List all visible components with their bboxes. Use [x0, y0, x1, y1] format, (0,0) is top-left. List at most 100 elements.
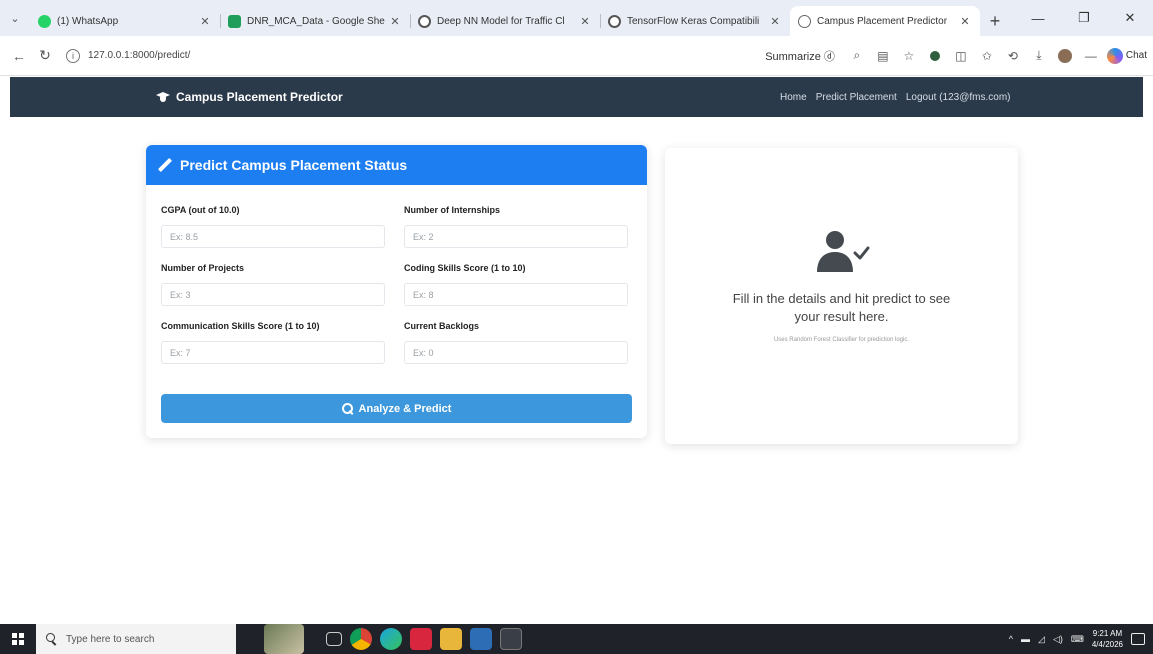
backlogs-input[interactable]: [404, 341, 628, 364]
app-navbar: Campus Placement Predictor Home Predict …: [10, 77, 1143, 117]
url-text: 127.0.0.1:8000/predict/: [88, 50, 191, 61]
downloads-icon[interactable]: ⤓: [1029, 46, 1049, 66]
result-line-1: Fill in the details and hit predict to s…: [732, 291, 951, 306]
internships-input[interactable]: [404, 225, 628, 248]
clock-date: 4/4/2026: [1091, 640, 1123, 649]
system-tray: ^ ▬ ◿ ◁) ⌨ 9:21 AM 4/4/2026: [1009, 628, 1153, 650]
tab-title: TensorFlow Keras Compatibili: [627, 15, 760, 27]
battery-icon[interactable]: ▬: [1021, 634, 1030, 644]
new-tab-button[interactable]: +: [980, 6, 1010, 36]
more-icon[interactable]: —: [1081, 46, 1101, 66]
copilot-icon: [1106, 47, 1123, 64]
tab-title: DNR_MCA_Data - Google She: [247, 15, 385, 27]
close-icon[interactable]: ✕: [388, 15, 402, 28]
arrow-left-icon: ←: [12, 47, 26, 64]
analyze-predict-label: Analyze & Predict: [358, 402, 452, 415]
form-title: Predict Campus Placement Status: [180, 157, 408, 173]
brand-title: Campus Placement Predictor: [176, 90, 343, 104]
taskbar-search-box[interactable]: Type here to search: [36, 624, 236, 654]
restore-button[interactable]: ❐: [1061, 0, 1107, 36]
tab-title: Deep NN Model for Traffic Cl: [437, 15, 565, 27]
close-icon[interactable]: ✕: [768, 15, 782, 28]
result-card: Fill in the details and hit predict to s…: [665, 148, 1018, 444]
avatar[interactable]: [1055, 46, 1075, 66]
clock[interactable]: 9:21 AM 4/4/2026: [1092, 628, 1123, 650]
browser-toolbar: ← ↻ i 127.0.0.1:8000/predict/ Summarize …: [0, 36, 1153, 76]
task-view-icon[interactable]: [326, 632, 342, 646]
split-screen-icon[interactable]: ◫: [951, 46, 971, 66]
result-line-2: your result here.: [794, 309, 889, 324]
summarize-button[interactable]: Summarize ⓓ: [765, 48, 835, 64]
anaconda-icon[interactable]: [470, 628, 492, 650]
coding-label: Coding Skills Score (1 to 10): [404, 263, 526, 273]
search-page-icon[interactable]: ⌕: [847, 46, 867, 66]
projects-label: Number of Projects: [161, 263, 245, 273]
back-button[interactable]: ←: [6, 43, 32, 69]
search-icon: [341, 403, 353, 414]
notification-icon[interactable]: [1131, 633, 1145, 645]
extension-icon[interactable]: [925, 46, 945, 66]
internships-label: Number of Internships: [404, 205, 501, 215]
summarize-label: Summarize: [765, 50, 821, 63]
projects-input[interactable]: [161, 283, 385, 306]
chevron-down-icon: ⌄: [10, 12, 20, 25]
favorites-icon[interactable]: ✩: [977, 46, 997, 66]
windows-taskbar: Type here to search ^ ▬ ◿ ◁) ⌨ 9:21 AM 4…: [0, 624, 1153, 654]
close-icon[interactable]: ✕: [958, 15, 972, 28]
keyboard-icon[interactable]: ⌨: [1071, 634, 1084, 645]
copilot-chat-button[interactable]: Chat: [1106, 47, 1147, 64]
window-controls: — ❐ ✕: [1015, 0, 1153, 36]
user-check-icon: [817, 231, 870, 272]
close-icon[interactable]: ✕: [578, 15, 592, 28]
wps-office-icon[interactable]: [410, 628, 432, 650]
sheets-favicon-icon: [228, 14, 241, 28]
globe-icon: [798, 14, 811, 28]
reload-button[interactable]: ↻: [32, 43, 58, 69]
nav-links: Home Predict Placement Logout (123@fms.c…: [780, 92, 1010, 103]
gear-favicon-icon: [418, 14, 431, 28]
address-bar[interactable]: i 127.0.0.1:8000/predict/: [58, 42, 528, 70]
tab-tensorflow[interactable]: TensorFlow Keras Compatibili ✕: [600, 6, 790, 36]
tab-title: Campus Placement Predictor: [817, 15, 948, 27]
history-icon[interactable]: ⟲: [1003, 46, 1023, 66]
tab-title: (1) WhatsApp: [57, 15, 119, 27]
model-note: Uses Random Forest Classifier for predic…: [773, 337, 910, 343]
analyze-predict-button[interactable]: Analyze & Predict: [161, 394, 632, 423]
windows-logo-icon: [12, 633, 24, 645]
search-highlight-image[interactable]: [264, 624, 304, 654]
chrome-icon[interactable]: [350, 628, 372, 650]
chevron-up-icon[interactable]: ^: [1009, 634, 1013, 644]
reader-icon[interactable]: ▤: [873, 46, 893, 66]
pencil-icon: [158, 158, 172, 172]
close-icon[interactable]: ✕: [198, 15, 212, 28]
form-card-header: Predict Campus Placement Status: [146, 145, 647, 185]
favorite-star-icon[interactable]: ☆: [899, 46, 919, 66]
tab-google-sheets[interactable]: DNR_MCA_Data - Google She ✕: [220, 6, 410, 36]
form-body: CGPA (out of 10.0) Number of Internships…: [146, 185, 647, 438]
file-explorer-icon[interactable]: [440, 628, 462, 650]
nav-predict-link[interactable]: Predict Placement: [816, 92, 897, 103]
tab-whatsapp[interactable]: (1) WhatsApp ✕: [30, 6, 220, 36]
nav-logout-link[interactable]: Logout (123@fms.com): [906, 92, 1011, 103]
edge-icon[interactable]: [380, 628, 402, 650]
communication-input[interactable]: [161, 341, 385, 364]
nav-home-link[interactable]: Home: [780, 92, 807, 103]
tab-deep-nn[interactable]: Deep NN Model for Traffic Cl ✕: [410, 6, 600, 36]
reload-icon: ↻: [39, 47, 51, 63]
coding-input[interactable]: [404, 283, 628, 306]
search-icon: [46, 633, 58, 645]
taskbar-search-placeholder: Type here to search: [66, 633, 155, 645]
cgpa-input[interactable]: [161, 225, 385, 248]
result-placeholder-message: Fill in the details and hit predict to s…: [665, 290, 1018, 326]
toolbar-actions: Summarize ⓓ ⌕ ▤ ☆ ◫ ✩ ⟲ ⤓ — Chat: [765, 46, 1147, 66]
info-icon[interactable]: i: [66, 48, 80, 63]
start-button[interactable]: [0, 624, 36, 654]
volume-icon[interactable]: ◁): [1053, 634, 1063, 645]
tab-search-button[interactable]: ⌄: [0, 0, 30, 36]
network-icon[interactable]: ◿: [1038, 634, 1045, 645]
close-window-button[interactable]: ✕: [1107, 0, 1153, 36]
brand[interactable]: Campus Placement Predictor: [156, 90, 343, 104]
minimize-button[interactable]: —: [1015, 0, 1061, 36]
terminal-icon[interactable]: [500, 628, 522, 650]
tab-campus-placement[interactable]: Campus Placement Predictor ✕: [790, 6, 980, 36]
